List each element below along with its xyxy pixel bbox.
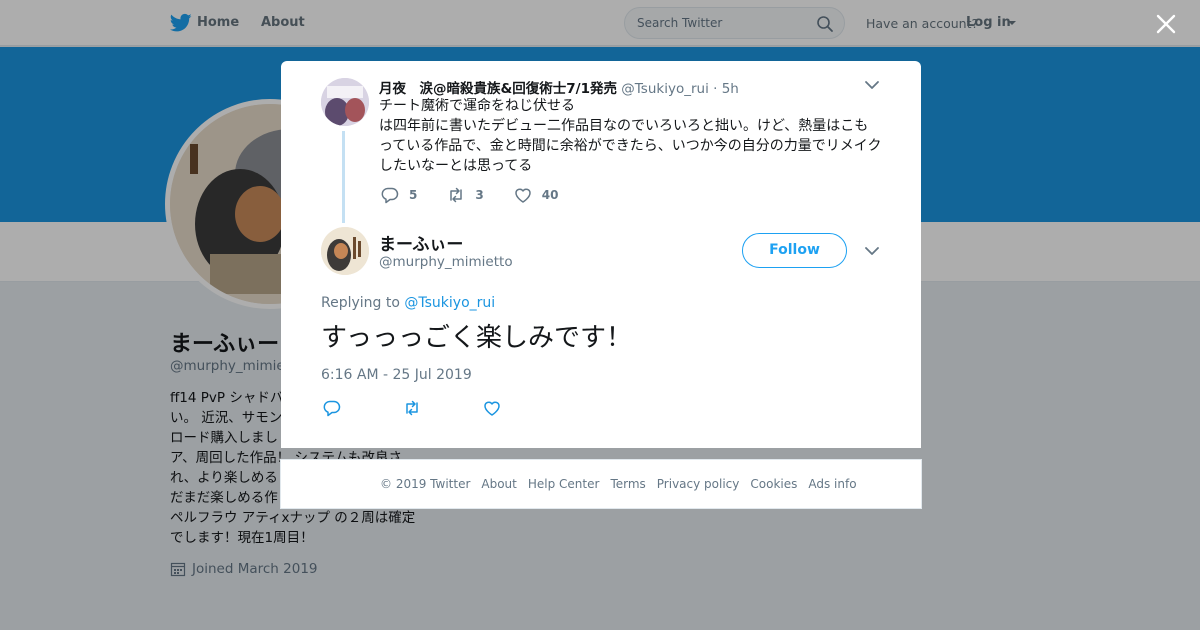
follow-button[interactable]: Follow bbox=[742, 233, 847, 268]
tweet-modal: 月夜 涙@暗殺貴族&回復術士7/1発売 @Tsukiyo_rui · 5h チー… bbox=[281, 61, 921, 448]
footer-link-about[interactable]: About bbox=[481, 477, 516, 491]
footer-copyright: © 2019 Twitter bbox=[380, 477, 471, 491]
modal-footer: © 2019 Twitter About Help Center Terms P… bbox=[280, 459, 922, 509]
footer-link-help-center[interactable]: Help Center bbox=[528, 477, 600, 491]
close-icon[interactable] bbox=[1154, 12, 1178, 36]
reply-count: 5 bbox=[409, 188, 418, 202]
footer-links: © 2019 Twitter About Help Center Terms P… bbox=[380, 477, 868, 491]
tweet-text-line: チート魔術で運命をねじ伏せる bbox=[379, 98, 575, 114]
main-tweet-text: すっっっごく楽しみです！ bbox=[321, 323, 632, 353]
replying-to-handle-link[interactable]: @Tsukiyo_rui bbox=[404, 295, 495, 311]
context-tweet-header: 月夜 涙@暗殺貴族&回復術士7/1発売 @Tsukiyo_rui · 5h bbox=[379, 77, 739, 97]
main-tweet-actions bbox=[323, 399, 563, 417]
chevron-down-icon[interactable] bbox=[864, 79, 880, 91]
chevron-down-icon[interactable] bbox=[864, 245, 880, 257]
retweet-count: 3 bbox=[475, 188, 484, 202]
like-count: 40 bbox=[541, 188, 559, 202]
main-tweet-timestamp[interactable]: 6:16 AM - 25 Jul 2019 bbox=[321, 367, 472, 383]
main-tweet-author-handle[interactable]: @murphy_mimietto bbox=[379, 254, 513, 270]
footer-link-terms[interactable]: Terms bbox=[610, 477, 645, 491]
main-tweet-author-name[interactable]: まーふぃー bbox=[379, 230, 463, 255]
like-action[interactable]: 40 bbox=[514, 186, 559, 204]
footer-link-cookies[interactable]: Cookies bbox=[750, 477, 797, 491]
retweet-icon[interactable] bbox=[403, 399, 421, 417]
context-tweet-author-name[interactable]: 月夜 涙@暗殺貴族&回復術士7/1発売 bbox=[379, 81, 617, 97]
heart-icon[interactable] bbox=[483, 399, 501, 417]
context-tweet-actions: 5 3 40 bbox=[381, 186, 588, 204]
reply-icon bbox=[381, 187, 399, 204]
context-tweet-author-handle[interactable]: @Tsukiyo_rui bbox=[621, 81, 709, 97]
replying-to-label: Replying to bbox=[321, 295, 400, 311]
main-tweet-avatar[interactable] bbox=[321, 227, 369, 275]
footer-link-ads-info[interactable]: Ads info bbox=[808, 477, 856, 491]
heart-icon bbox=[514, 188, 531, 203]
footer-link-privacy[interactable]: Privacy policy bbox=[657, 477, 740, 491]
context-tweet-avatar[interactable] bbox=[321, 78, 369, 126]
main-avatar-artwork bbox=[321, 227, 369, 275]
replying-to: Replying to @Tsukiyo_rui bbox=[321, 295, 495, 311]
reply-icon[interactable] bbox=[323, 399, 341, 417]
context-avatar-artwork bbox=[321, 78, 369, 126]
tweet-text-line: したいなーとは思ってる bbox=[379, 158, 533, 174]
retweet-action[interactable]: 3 bbox=[447, 186, 484, 204]
tweet-text-line: っている作品で、金と時間に余裕ができたら、いつか今の自分の力量でリメイク bbox=[379, 138, 882, 154]
retweet-icon bbox=[450, 187, 463, 203]
context-tweet-text: チート魔術で運命をねじ伏せる は四年前に書いたデビュー二作品目なのでいろいろと拙… bbox=[379, 96, 882, 176]
tweet-text-line: は四年前に書いたデビュー二作品目なのでいろいろと拙い。けど、熱量はこも bbox=[379, 118, 869, 134]
reply-action[interactable]: 5 bbox=[381, 186, 417, 204]
thread-connector bbox=[342, 131, 345, 223]
context-tweet-time[interactable]: · 5h bbox=[713, 81, 739, 97]
